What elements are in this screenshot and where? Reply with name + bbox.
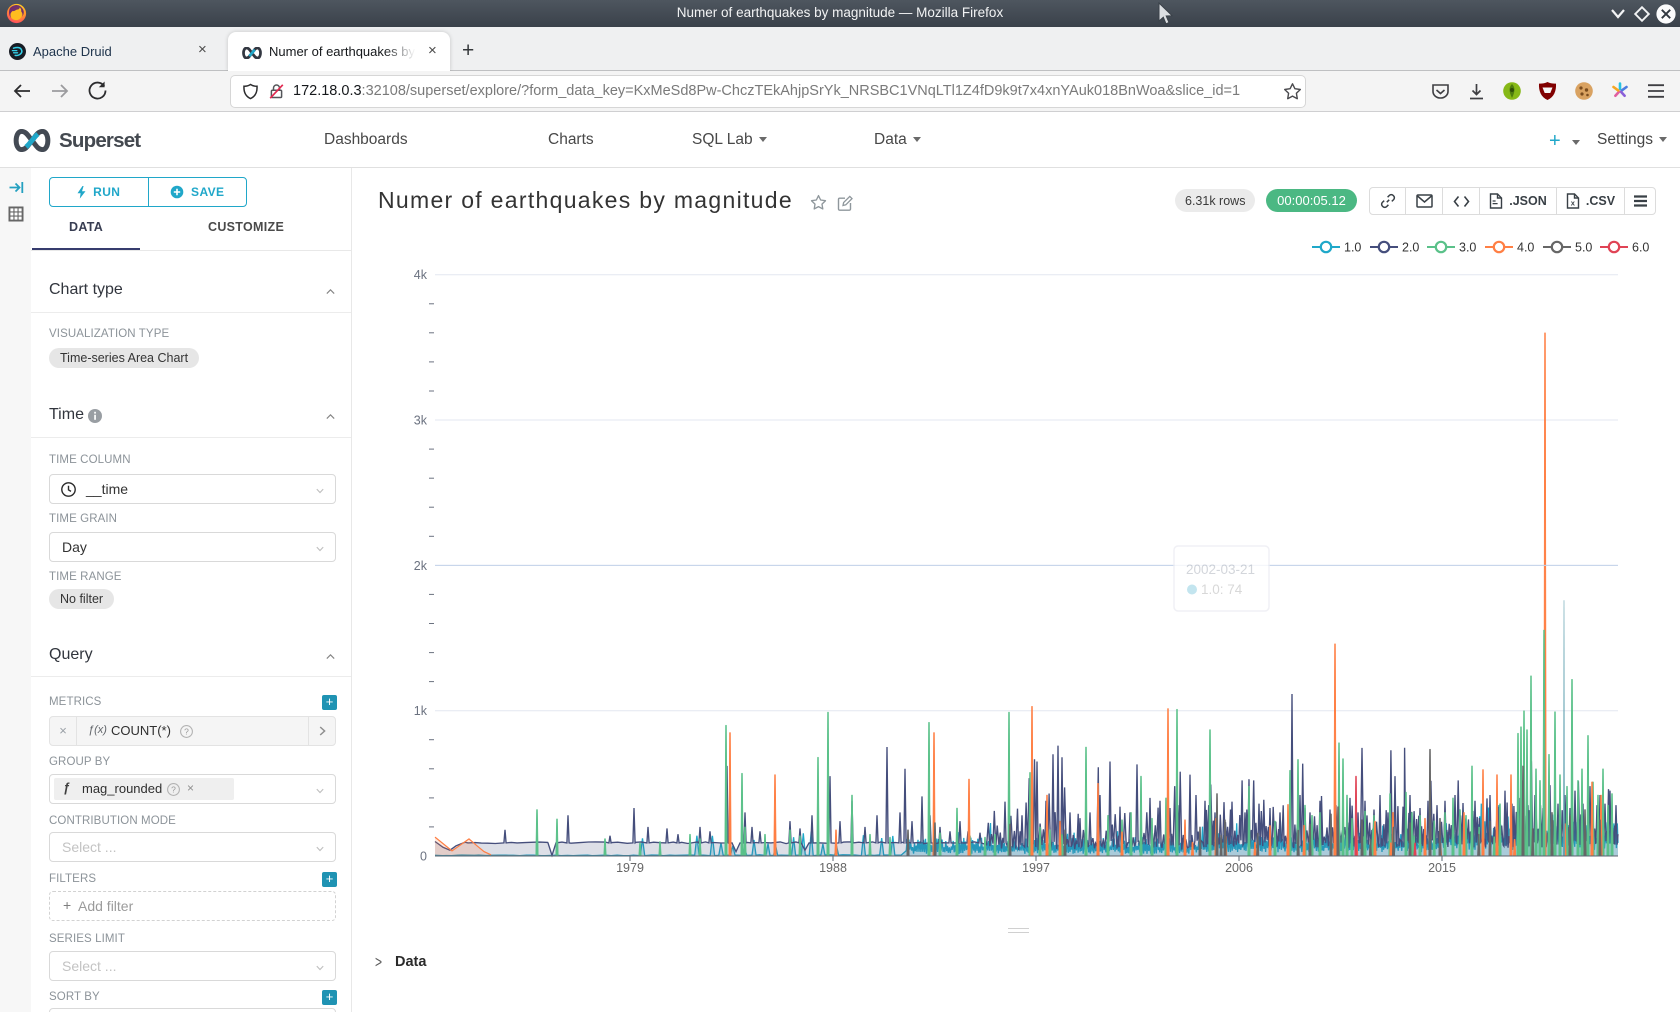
svg-text:1988: 1988 bbox=[819, 861, 847, 875]
svg-text:0: 0 bbox=[420, 850, 427, 864]
svg-text:2006: 2006 bbox=[1225, 861, 1253, 875]
svg-text:?: ? bbox=[184, 726, 189, 736]
svg-text:1k: 1k bbox=[414, 704, 428, 718]
svg-text:x: x bbox=[1571, 199, 1576, 208]
svg-text:6.0: 6.0 bbox=[1632, 241, 1649, 255]
svg-text:4.0: 4.0 bbox=[1517, 241, 1534, 255]
svg-text:2.0: 2.0 bbox=[1402, 241, 1419, 255]
svg-text:1.0: 74: 1.0: 74 bbox=[1201, 582, 1243, 597]
svg-text:2015: 2015 bbox=[1428, 861, 1456, 875]
svg-text:?: ? bbox=[171, 784, 176, 794]
svg-text:4k: 4k bbox=[414, 268, 428, 282]
svg-text:3k: 3k bbox=[414, 414, 428, 428]
svg-text:1.0: 1.0 bbox=[1344, 241, 1361, 255]
svg-text:1979: 1979 bbox=[616, 861, 644, 875]
svg-text:5.0: 5.0 bbox=[1575, 241, 1592, 255]
svg-text:1997: 1997 bbox=[1022, 861, 1050, 875]
svg-text:2002-03-21: 2002-03-21 bbox=[1186, 562, 1255, 577]
svg-text:3.0: 3.0 bbox=[1459, 241, 1476, 255]
svg-text:2k: 2k bbox=[414, 559, 428, 573]
